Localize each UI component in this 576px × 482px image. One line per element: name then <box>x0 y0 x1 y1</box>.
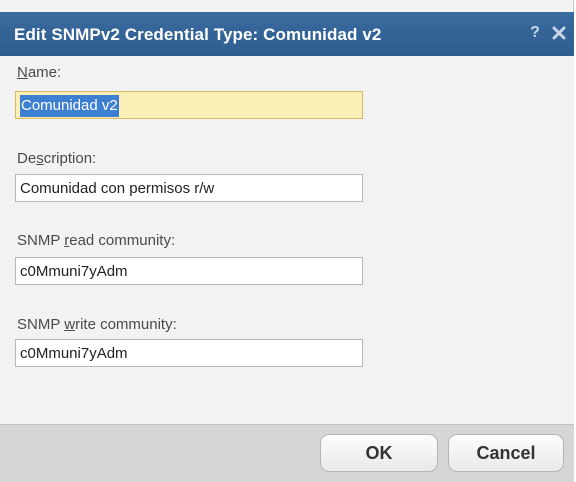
cancel-button[interactable]: Cancel <box>448 434 564 472</box>
read-community-label: SNMP read community: <box>17 232 176 249</box>
question-mark-icon[interactable]: ? <box>528 23 542 43</box>
dialog-title-bar[interactable]: Edit SNMPv2 Credential Type: Comunidad v… <box>0 12 574 56</box>
edit-credential-dialog: Edit SNMPv2 Credential Type: Comunidad v… <box>0 0 574 482</box>
write-community-label: SNMP write community: <box>17 316 177 333</box>
write-community-input[interactable] <box>15 339 363 367</box>
name-input-selected-text: Comunidad v2 <box>20 95 119 117</box>
description-input[interactable] <box>15 174 363 202</box>
ok-button[interactable]: OK <box>320 434 438 472</box>
description-label: Description: <box>17 150 97 167</box>
dialog-button-bar: OK Cancel <box>0 424 574 482</box>
close-icon[interactable] <box>552 26 566 40</box>
read-community-input[interactable] <box>15 257 363 285</box>
dialog-title: Edit SNMPv2 Credential Type: Comunidad v… <box>14 25 382 44</box>
name-label: Name: <box>17 64 62 81</box>
